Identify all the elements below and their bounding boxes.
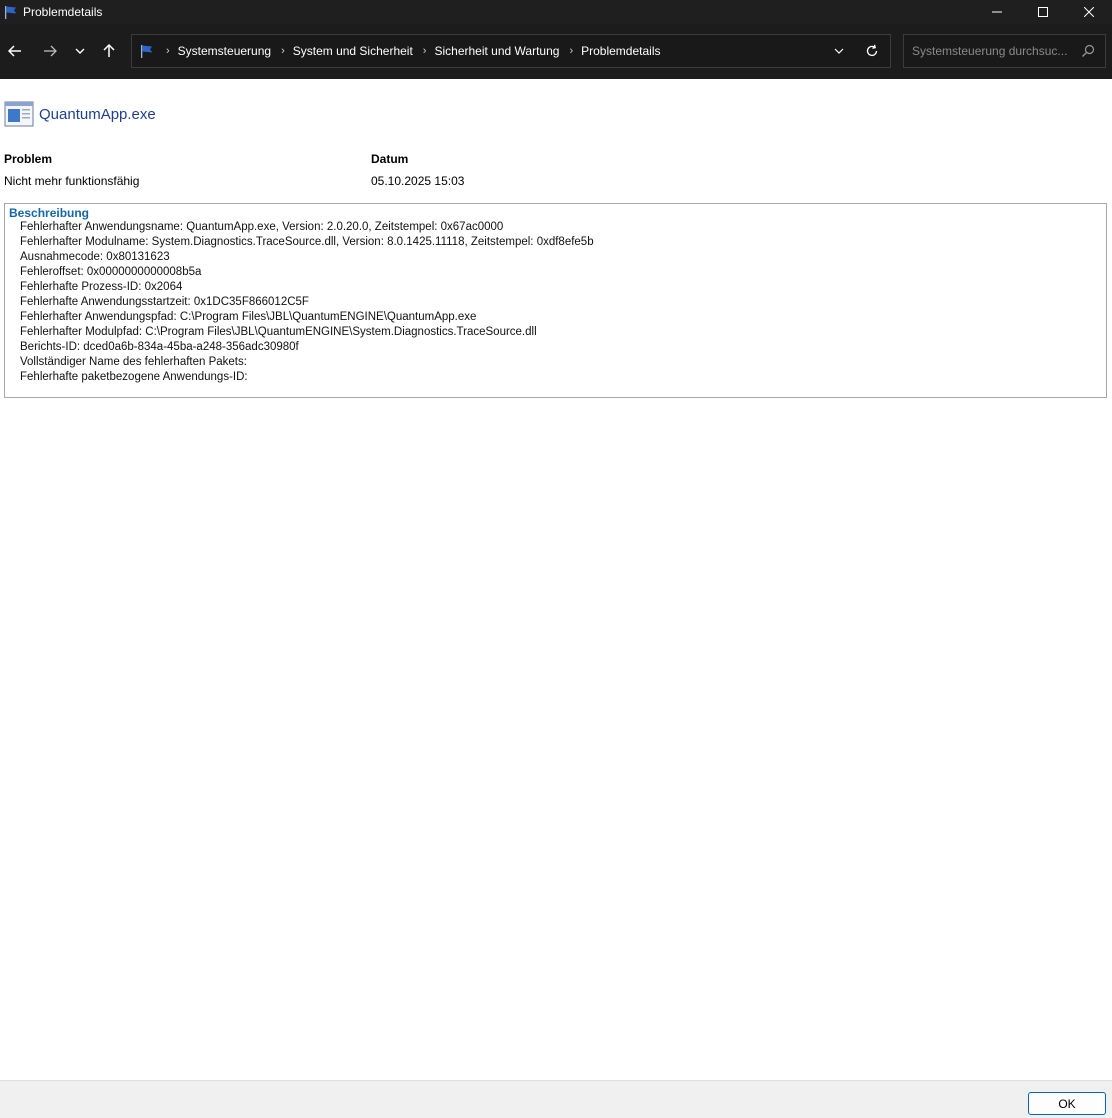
- problem-value: Nicht mehr funktionsfähig: [4, 174, 140, 188]
- breadcrumb-sicherheit-und-wartung[interactable]: Sicherheit und Wartung: [434, 44, 559, 58]
- up-button[interactable]: [97, 39, 121, 63]
- description-line: Berichts-ID: dced0a6b-834a-45ba-a248-356…: [20, 341, 299, 353]
- description-line: Fehlerhafter Anwendungsname: QuantumApp.…: [20, 221, 504, 233]
- breadcrumb: › Systemsteuerung › System und Sicherhei…: [156, 44, 660, 58]
- breadcrumb-separator: ›: [166, 45, 170, 57]
- flag-icon: [3, 4, 19, 20]
- arrow-up-icon: [103, 44, 115, 57]
- description-line: Fehlerhafte Anwendungsstartzeit: 0x1DC35…: [20, 296, 309, 308]
- search-icon[interactable]: [1081, 44, 1095, 58]
- application-window-icon: [4, 101, 34, 127]
- description-line: Fehlerhafte paketbezogene Anwendungs-ID:: [20, 371, 248, 383]
- description-line: Ausnahmecode: 0x80131623: [20, 251, 170, 263]
- description-lines: Fehlerhafter Anwendungsname: QuantumApp.…: [20, 220, 594, 385]
- description-box: Beschreibung Fehlerhafter Anwendungsname…: [4, 203, 1107, 398]
- arrow-right-icon: [44, 45, 57, 57]
- breadcrumb-separator[interactable]: ›: [281, 45, 285, 57]
- back-button[interactable]: [3, 39, 27, 63]
- breadcrumb-system-und-sicherheit[interactable]: System und Sicherheit: [293, 44, 413, 58]
- flag-icon: [140, 43, 156, 59]
- breadcrumb-separator[interactable]: ›: [569, 45, 573, 57]
- recent-locations-button[interactable]: [68, 39, 92, 63]
- breadcrumb-problemdetails[interactable]: Problemdetails: [581, 44, 660, 58]
- description-line: Fehlerhafter Modulpfad: C:\Program Files…: [20, 326, 537, 338]
- description-line: Fehlerhafter Modulname: System.Diagnosti…: [20, 236, 594, 248]
- description-line: Fehlerhafter Anwendungspfad: C:\Program …: [20, 311, 477, 323]
- window-title: Problemdetails: [23, 5, 103, 19]
- refresh-button[interactable]: [854, 35, 890, 67]
- description-line: Fehlerhafte Prozess-ID: 0x2064: [20, 281, 183, 293]
- search-input[interactable]: [912, 44, 1082, 58]
- chevron-down-icon: [75, 48, 85, 54]
- date-value: 05.10.2025 15:03: [371, 174, 465, 188]
- navigation-bar: › Systemsteuerung › System und Sicherhei…: [0, 24, 1112, 79]
- chevron-down-icon: [834, 48, 844, 54]
- description-line: Vollständiger Name des fehlerhaften Pake…: [20, 356, 247, 368]
- button-bar: OK: [0, 1080, 1112, 1118]
- problem-header: Problem: [4, 152, 53, 166]
- description-title: Beschreibung: [9, 206, 90, 220]
- search-box[interactable]: [903, 34, 1106, 68]
- address-bar[interactable]: › Systemsteuerung › System und Sicherhei…: [131, 34, 891, 68]
- close-button[interactable]: [1066, 0, 1112, 24]
- date-header: Datum: [371, 152, 409, 166]
- refresh-icon: [866, 44, 878, 57]
- description-line: Fehleroffset: 0x0000000000008b5a: [20, 266, 202, 278]
- maximize-button[interactable]: [1020, 0, 1066, 24]
- application-name-link[interactable]: QuantumApp.exe: [39, 106, 156, 123]
- breadcrumb-separator[interactable]: ›: [423, 45, 427, 57]
- minimize-button[interactable]: [974, 0, 1020, 24]
- address-dropdown-button[interactable]: [824, 35, 854, 67]
- forward-button[interactable]: [38, 39, 62, 63]
- title-bar: Problemdetails: [0, 0, 1112, 24]
- breadcrumb-systemsteuerung[interactable]: Systemsteuerung: [178, 44, 271, 58]
- arrow-left-icon: [8, 45, 21, 57]
- ok-button[interactable]: OK: [1028, 1092, 1106, 1115]
- app-header: QuantumApp.exe: [4, 100, 156, 128]
